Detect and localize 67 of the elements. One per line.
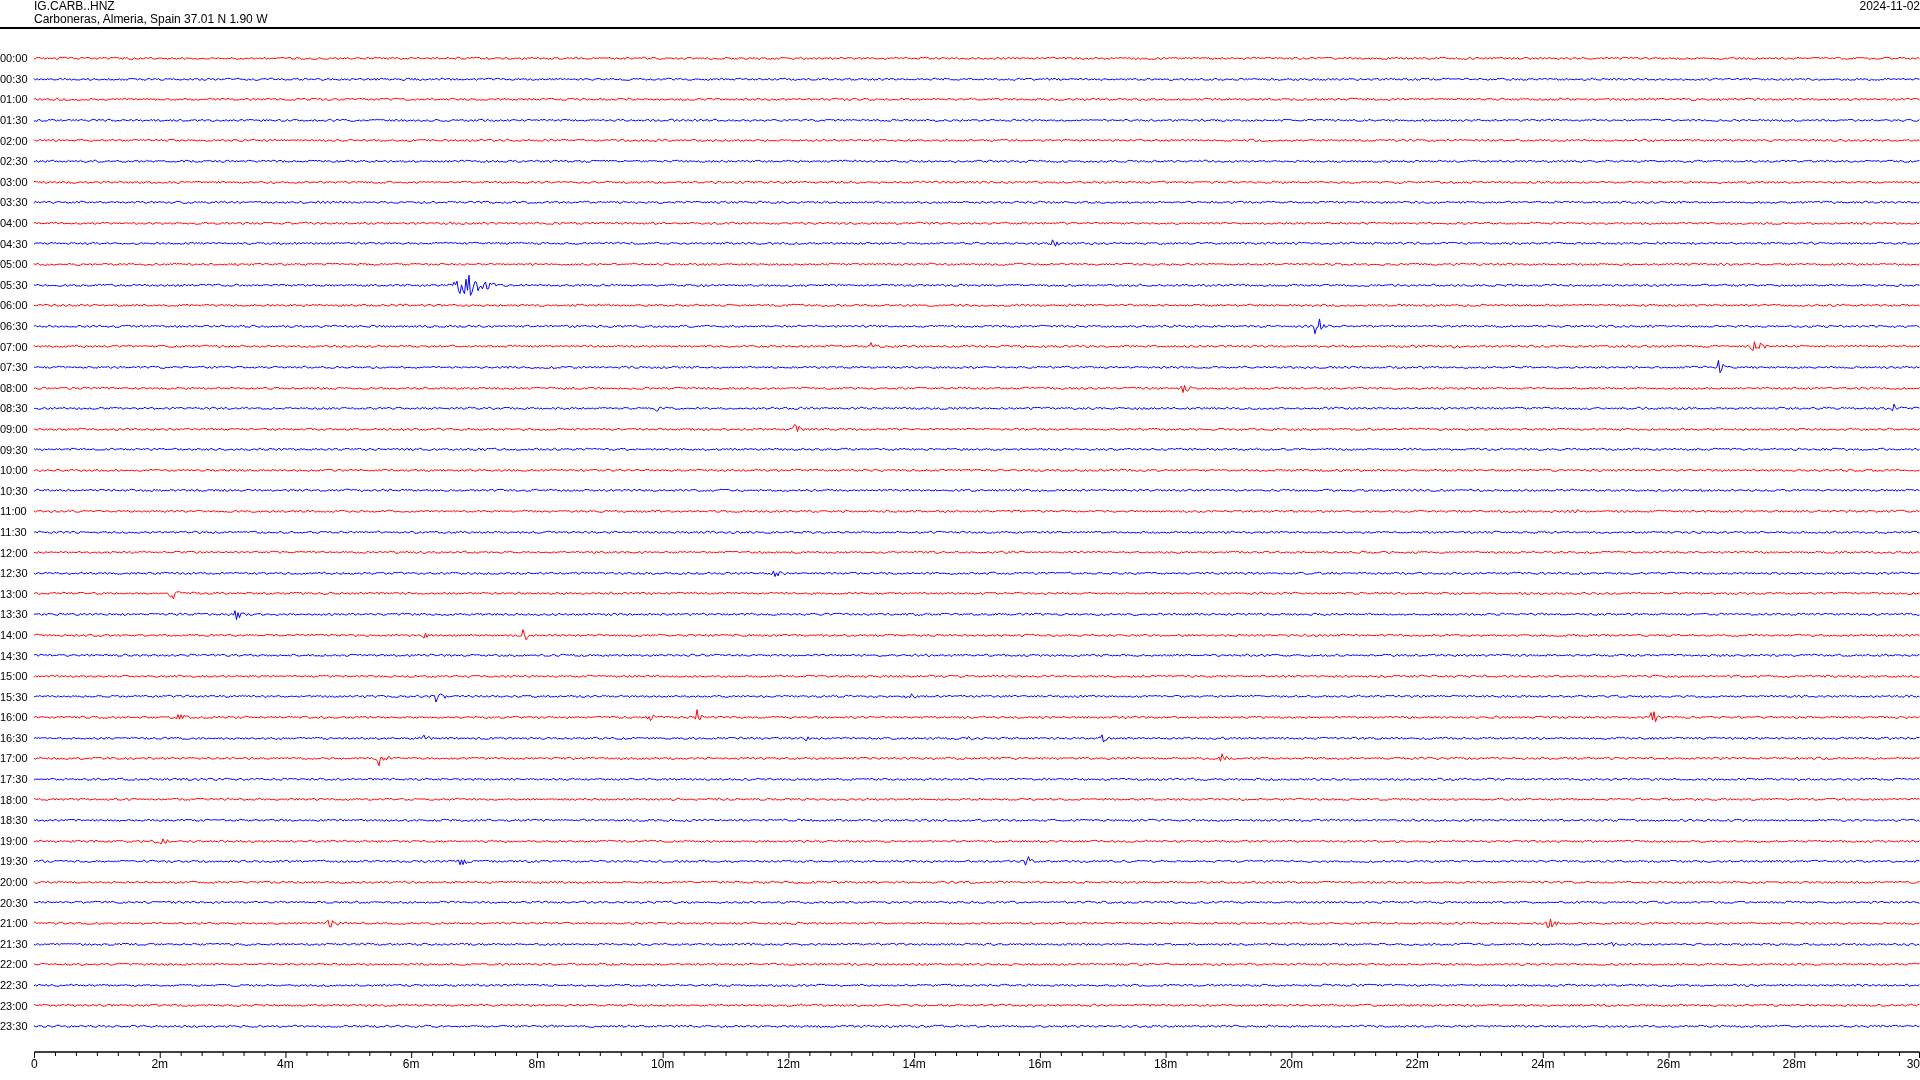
time-label: 12:30: [0, 567, 29, 580]
time-label: 04:00: [0, 217, 29, 230]
time-label: 14:00: [0, 628, 29, 641]
time-label: 03:00: [0, 175, 29, 188]
time-label: 08:30: [0, 402, 29, 415]
axis-tick-label: 4m: [277, 1057, 294, 1071]
time-label: 05:30: [0, 278, 29, 291]
time-label: 12:00: [0, 546, 29, 559]
axis-tick-label: 28m: [1782, 1057, 1806, 1071]
time-label: 01:00: [0, 93, 29, 106]
time-label: 10:00: [0, 464, 29, 477]
time-label: 18:00: [0, 793, 29, 806]
time-label: 17:30: [0, 773, 29, 786]
time-label: 09:30: [0, 443, 29, 456]
time-label: 15:00: [0, 670, 29, 683]
axis-tick-label: 12m: [776, 1057, 801, 1071]
time-label: 23:00: [0, 999, 29, 1012]
time-label: 06:00: [0, 299, 29, 312]
time-label: 16:30: [0, 731, 29, 744]
time-label: 01:30: [0, 114, 29, 127]
axis-tick-label: 22m: [1405, 1057, 1429, 1071]
time-label: 21:30: [0, 937, 29, 950]
time-label: 20:00: [0, 876, 29, 889]
time-label: 09:00: [0, 423, 29, 435]
axis-tick-label: 20m: [1279, 1057, 1303, 1071]
time-label: 19:00: [0, 834, 29, 847]
axis-tick-label: 8m: [528, 1057, 546, 1071]
station-code: IG.CARB..HNZ: [34, 0, 116, 13]
axis-tick-label: 2m: [151, 1057, 169, 1071]
time-label: 07:30: [0, 361, 29, 374]
time-label: 19:30: [0, 855, 29, 868]
time-label: 22:30: [0, 979, 29, 991]
axis-tick-label: 14m: [902, 1057, 926, 1071]
time-label: 06:30: [0, 320, 29, 332]
axis-tick-label: 6m: [402, 1057, 420, 1071]
axis-tick-label: 0: [31, 1057, 38, 1071]
time-label: 11:00: [0, 505, 28, 518]
axis-tick-label: 10m: [651, 1057, 675, 1071]
time-label: 00:00: [0, 52, 29, 65]
time-label: 15:30: [0, 690, 29, 703]
plot-date: 2024-11-02: [1859, 0, 1920, 15]
time-label: 21:00: [0, 917, 29, 930]
time-label: 11:30: [0, 525, 28, 538]
time-label: 16:00: [0, 711, 29, 724]
time-label: 13:00: [0, 587, 29, 600]
time-label: 02:00: [0, 134, 29, 147]
time-label: 18:30: [0, 814, 29, 827]
station-location: Carboneras, Almeria, Spain 37.01 N 1.90 W: [34, 13, 268, 26]
time-label: 08:00: [0, 381, 29, 394]
time-label: 04:30: [0, 237, 29, 250]
time-label: 05:00: [0, 258, 29, 271]
time-label: 07:00: [0, 340, 29, 353]
time-label: 14:30: [0, 649, 29, 662]
time-label: 00:30: [0, 72, 29, 85]
time-label: 13:30: [0, 608, 29, 621]
axis-tick-label: 30: [1906, 1057, 1920, 1071]
time-label: 20:30: [0, 896, 29, 909]
axis-tick-label: 24m: [1531, 1057, 1555, 1071]
time-label: 17:00: [0, 752, 29, 765]
axis-tick-label: 18m: [1153, 1057, 1178, 1071]
time-label: 23:30: [0, 1020, 29, 1033]
time-label: 03:30: [0, 196, 29, 209]
time-label: 02:30: [0, 155, 29, 168]
time-label: 22:00: [0, 958, 29, 971]
axis-tick-label: 16m: [1028, 1057, 1052, 1071]
time-label: 10:30: [0, 484, 29, 497]
axis-tick-label: 26m: [1656, 1057, 1681, 1071]
